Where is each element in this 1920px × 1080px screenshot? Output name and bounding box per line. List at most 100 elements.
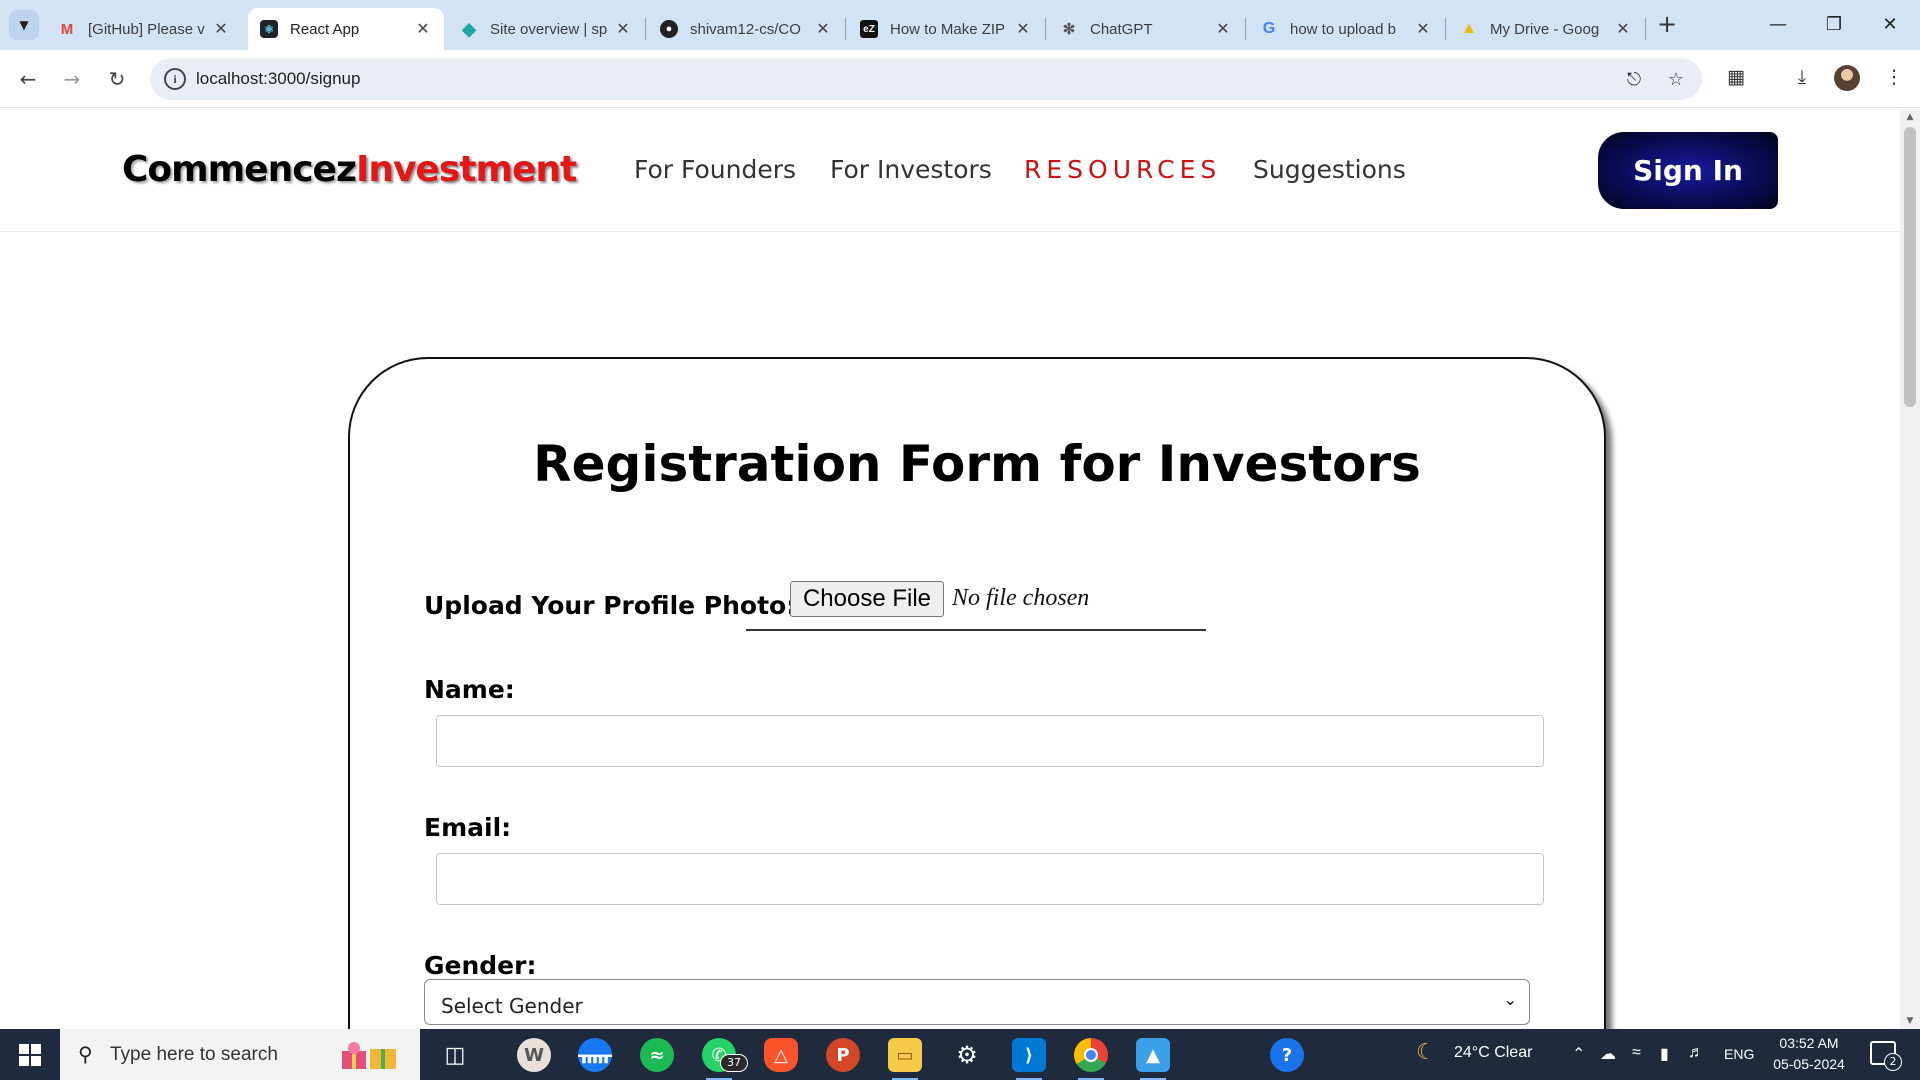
bluetooth-icon[interactable]: ᚅ: [578, 1038, 612, 1072]
nav-link-suggestions[interactable]: Suggestions: [1253, 155, 1406, 184]
browser-tab[interactable]: ◆ Site overview | sp ✕: [448, 8, 644, 50]
close-window-button[interactable]: ✕: [1864, 8, 1916, 42]
tab-title: [GitHub] Please v: [88, 20, 205, 38]
extensions-icon[interactable]: ▦: [1722, 63, 1750, 91]
email-input[interactable]: [436, 853, 1544, 905]
netlify-icon: ◆: [462, 18, 476, 39]
browser-tab[interactable]: eZ How to Make ZIP ✕: [848, 8, 1044, 50]
browser-tab-strip: ▼ M [GitHub] Please v ✕ ⚛ React App ✕ ◆ …: [0, 0, 1920, 50]
page-viewport: CommencezInvestment For Founders For Inv…: [0, 109, 1900, 1029]
weather-text[interactable]: 24°C Clear: [1454, 1044, 1532, 1062]
settings-gear-icon[interactable]: ⚙: [950, 1038, 984, 1072]
tab-title: Site overview | sp: [490, 20, 608, 38]
new-tab-button[interactable]: +: [1652, 10, 1682, 40]
tab-search-button[interactable]: ▼: [9, 10, 39, 40]
forward-button[interactable]: →: [56, 63, 88, 95]
task-view-icon[interactable]: ◫: [438, 1038, 472, 1072]
powerpoint-icon[interactable]: P: [826, 1038, 860, 1072]
gender-label: Gender:: [424, 951, 537, 980]
close-tab-icon[interactable]: ✕: [1614, 19, 1632, 39]
back-button[interactable]: ←: [12, 63, 44, 95]
reload-button[interactable]: ↻: [101, 63, 133, 95]
browser-tab-active[interactable]: ⚛ React App ✕: [248, 8, 444, 50]
search-icon: ⚲: [78, 1042, 93, 1066]
brave-icon[interactable]: △: [764, 1038, 798, 1072]
tab-separator: [1245, 18, 1246, 40]
github-icon: ●: [660, 20, 678, 38]
photos-icon[interactable]: ▲: [1136, 1038, 1170, 1080]
spotify-icon[interactable]: ≈: [640, 1038, 674, 1072]
close-tab-icon[interactable]: ✕: [614, 19, 632, 39]
taskbar-search[interactable]: ⚲ Type here to search: [60, 1029, 420, 1080]
nav-link-resources[interactable]: RESOURCES: [1024, 155, 1221, 184]
browser-tab[interactable]: ✻ ChatGPT ✕: [1048, 8, 1244, 50]
sign-in-button[interactable]: Sign In: [1598, 132, 1778, 209]
choose-file-button[interactable]: Choose File: [790, 581, 944, 617]
download-icon[interactable]: ⤓: [1788, 63, 1816, 91]
chatgpt-icon: ✻: [1062, 21, 1076, 38]
address-bar[interactable]: i localhost:3000/signup ⎋ ☆: [150, 58, 1702, 100]
tab-title: ChatGPT: [1090, 20, 1153, 38]
close-tab-icon[interactable]: ✕: [814, 19, 832, 39]
tray-chevron-up-icon[interactable]: ⌃: [1572, 1044, 1585, 1064]
tab-separator: [1445, 18, 1446, 40]
scroll-thumb[interactable]: [1904, 127, 1916, 407]
browser-tab[interactable]: ● shivam12-cs/CO ✕: [648, 8, 844, 50]
logo-text-investment: Investment: [355, 149, 577, 190]
close-tab-icon[interactable]: ✕: [414, 19, 432, 39]
browser-tab[interactable]: G how to upload b ✕: [1248, 8, 1444, 50]
gender-select[interactable]: Select Gender ⌄: [424, 979, 1530, 1025]
scroll-down-icon[interactable]: ▼: [1900, 1013, 1920, 1029]
file-explorer-icon[interactable]: ▭: [888, 1038, 922, 1080]
close-tab-icon[interactable]: ✕: [1214, 19, 1232, 39]
app-icon-circle[interactable]: W: [517, 1038, 551, 1072]
restore-button[interactable]: ❐: [1808, 8, 1860, 42]
profile-avatar[interactable]: [1834, 65, 1860, 91]
site-info-icon[interactable]: i: [164, 68, 186, 90]
whatsapp-badge: 37: [720, 1054, 748, 1072]
site-logo[interactable]: CommencezInvestment: [122, 149, 577, 190]
install-app-icon[interactable]: ⎋: [1622, 68, 1646, 92]
form-title: Registration Form for Investors: [533, 435, 1421, 493]
tab-title: how to upload b: [1290, 20, 1396, 38]
tab-separator: [845, 18, 846, 40]
start-button[interactable]: [0, 1029, 60, 1080]
scroll-up-icon[interactable]: ▲: [1900, 109, 1920, 125]
help-icon[interactable]: ?: [1270, 1038, 1304, 1072]
battery-icon[interactable]: ▮: [1660, 1044, 1669, 1064]
url-text[interactable]: localhost:3000/signup: [196, 69, 360, 89]
chrome-center-icon: [1084, 1048, 1098, 1062]
minimize-icon: —: [1769, 14, 1787, 35]
bookmark-star-icon[interactable]: ☆: [1664, 68, 1688, 92]
profile-photo-upload: Choose File No file chosen: [746, 579, 1206, 631]
cloud-icon[interactable]: ☁: [1600, 1044, 1616, 1064]
windows-taskbar: ⚲ Type here to search ◫ W ᚅ ≈ ✆ 37 △ P ▭…: [0, 1029, 1920, 1080]
name-input[interactable]: [436, 715, 1544, 767]
close-tab-icon[interactable]: ✕: [1014, 19, 1032, 39]
profile-photo-label: Upload Your Profile Photo:: [424, 591, 797, 620]
close-tab-icon[interactable]: ✕: [1414, 19, 1432, 39]
close-icon: ✕: [1882, 14, 1898, 35]
volume-icon[interactable]: ♬: [1688, 1044, 1704, 1062]
ezyzip-icon: eZ: [860, 20, 878, 38]
wifi-icon[interactable]: ≈: [1632, 1044, 1641, 1062]
tab-separator: [1045, 18, 1046, 40]
nav-link-for-investors[interactable]: For Investors: [830, 155, 992, 184]
language-indicator[interactable]: ENG: [1724, 1046, 1754, 1062]
vscode-icon[interactable]: ⟩: [1012, 1038, 1046, 1080]
browser-tab[interactable]: M [GitHub] Please v ✕: [46, 8, 242, 50]
chevron-down-icon: ⌄: [1503, 990, 1517, 1009]
close-tab-icon[interactable]: ✕: [212, 19, 230, 39]
chrome-icon[interactable]: [1074, 1038, 1108, 1080]
menu-kebab-icon[interactable]: ⋮: [1880, 63, 1908, 91]
tab-separator: [645, 18, 646, 40]
nav-link-for-founders[interactable]: For Founders: [634, 155, 796, 184]
page-scrollbar[interactable]: ▲ ▼: [1900, 109, 1920, 1029]
browser-tab[interactable]: ▲ My Drive - Goog ✕: [1448, 8, 1644, 50]
minimize-button[interactable]: —: [1752, 8, 1804, 42]
arrow-right-icon: →: [63, 67, 81, 91]
taskbar-clock[interactable]: 03:52 AM 05-05-2024: [1768, 1033, 1850, 1075]
plus-icon: +: [1656, 10, 1678, 38]
gender-selected-value: Select Gender: [441, 994, 583, 1018]
google-icon: G: [1262, 20, 1276, 37]
